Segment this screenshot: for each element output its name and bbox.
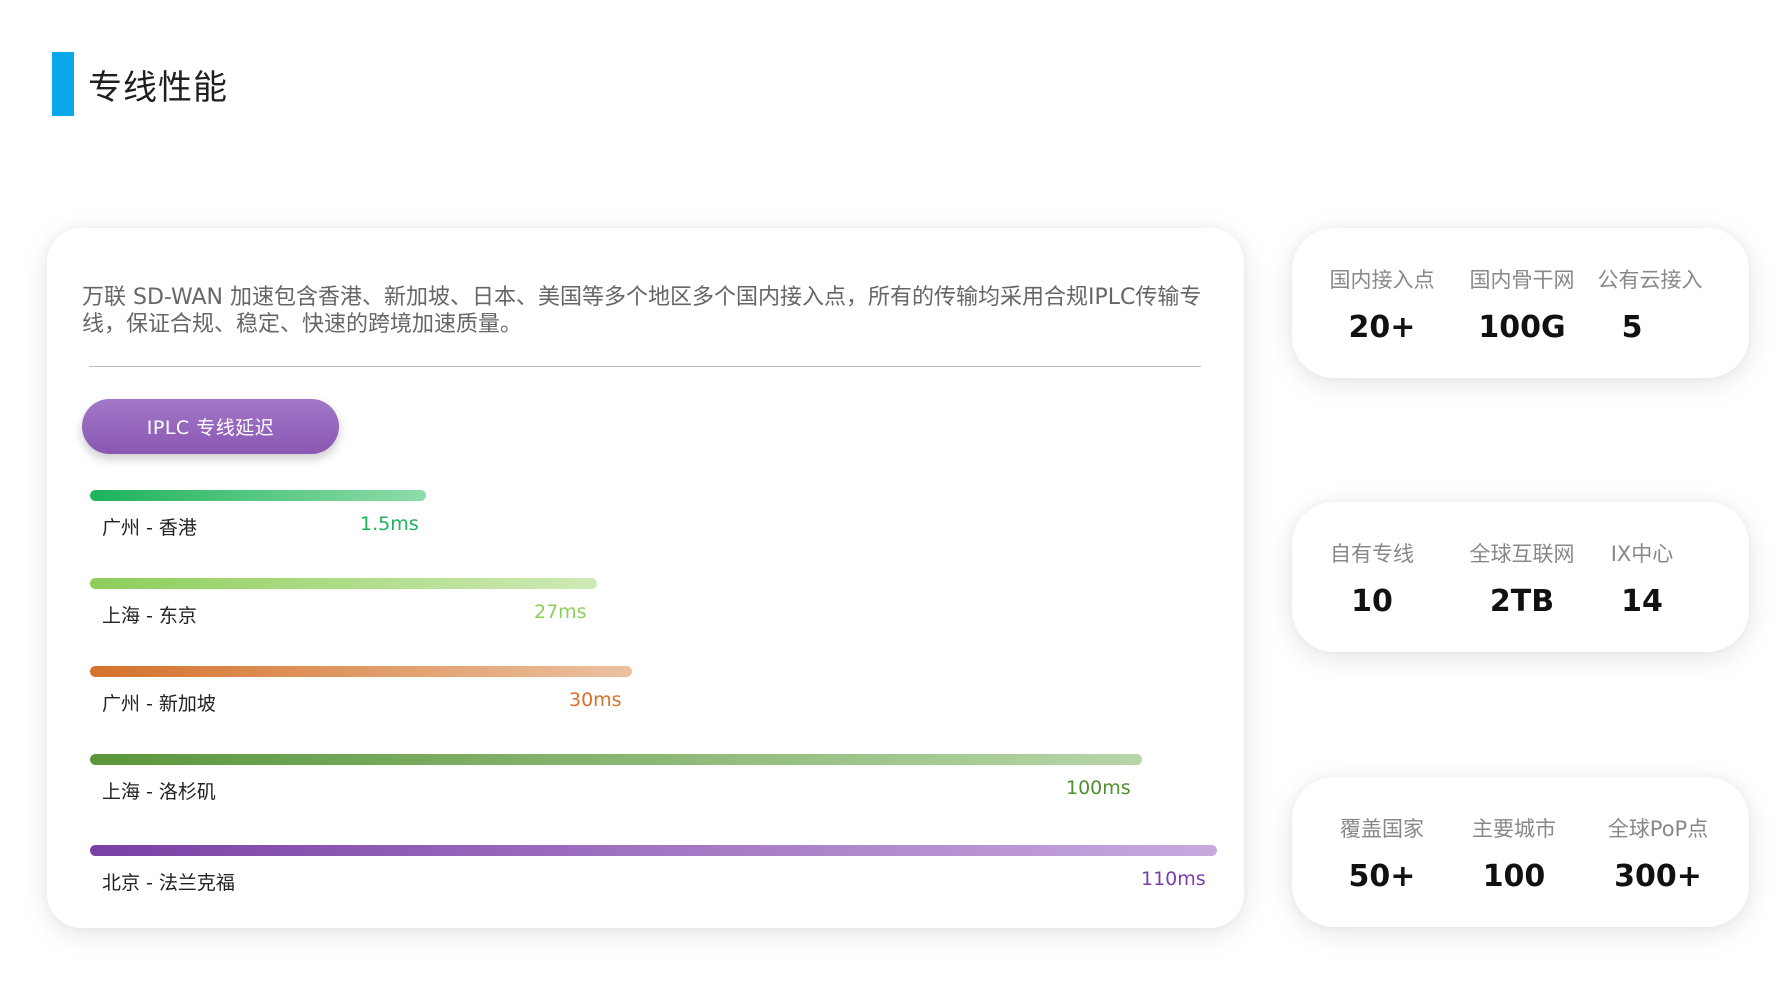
route-row: 上海 - 洛杉矶 100ms (90, 754, 1142, 803)
route-row: 上海 - 东京 27ms (90, 578, 597, 627)
stat-item: 全球互联网 2TB (1468, 538, 1576, 619)
card-description: 万联 SD-WAN 加速包含香港、新加坡、日本、美国等多个地区多个国内接入点，所… (82, 285, 1202, 337)
stat-card-3: 覆盖国家 50+ 主要城市 100 全球PoP点 300+ (1292, 777, 1749, 927)
stat-item: 自有专线 10 (1328, 538, 1416, 619)
route-label: 北京 - 法兰克福 (102, 872, 235, 894)
stat-item: 公有云接入 5 (1596, 264, 1704, 345)
stat-label: 自有专线 (1330, 542, 1414, 566)
stat-label: 公有云接入 (1597, 268, 1703, 292)
latency-bar (90, 490, 426, 501)
route-latency: 27ms (534, 601, 587, 623)
stat-item: 国内接入点 20+ (1328, 264, 1436, 345)
iplc-latency-badge[interactable]: IPLC 专线延迟 (82, 399, 339, 454)
stat-value: 2TB (1489, 584, 1555, 619)
latency-bar (90, 578, 597, 589)
route-latency: 1.5ms (360, 513, 419, 535)
stat-label: IX中心 (1610, 542, 1674, 566)
route-latency: 30ms (569, 689, 622, 711)
route-latency: 110ms (1141, 868, 1206, 890)
stat-value: 10 (1351, 584, 1393, 619)
route-latency: 100ms (1066, 777, 1131, 799)
route-label: 上海 - 东京 (102, 605, 197, 627)
page-header: 专线性能 (52, 52, 228, 116)
stat-label: 国内骨干网 (1469, 268, 1575, 292)
stat-item: 全球PoP点 300+ (1598, 813, 1718, 894)
route-label: 广州 - 香港 (102, 517, 197, 539)
stat-value: 300+ (1614, 859, 1702, 894)
stat-item: 主要城市 100 (1460, 813, 1568, 894)
latency-card: 万联 SD-WAN 加速包含香港、新加坡、日本、美国等多个地区多个国内接入点，所… (47, 228, 1244, 928)
stat-label: 覆盖国家 (1340, 817, 1424, 841)
route-row: 广州 - 新加坡 30ms (90, 666, 632, 715)
stat-value: 5 (1621, 310, 1643, 345)
title-accent-bar (52, 52, 74, 116)
stat-value: 14 (1621, 584, 1663, 619)
latency-bar (90, 754, 1142, 765)
stat-card-1: 国内接入点 20+ 国内骨干网 100G 公有云接入 5 (1292, 228, 1749, 378)
latency-bar (90, 666, 632, 677)
route-label: 广州 - 新加坡 (102, 693, 216, 715)
stat-value: 20+ (1348, 310, 1416, 345)
latency-bar (90, 845, 1217, 856)
route-label: 上海 - 洛杉矶 (102, 781, 216, 803)
stat-value: 100 (1482, 859, 1546, 894)
route-row: 北京 - 法兰克福 110ms (90, 845, 1217, 894)
divider (89, 366, 1201, 367)
stat-item: 覆盖国家 50+ (1328, 813, 1436, 894)
stat-label: 国内接入点 (1329, 268, 1435, 292)
stat-card-2: 自有专线 10 全球互联网 2TB IX中心 14 (1292, 502, 1749, 652)
stat-value: 50+ (1348, 859, 1416, 894)
route-row: 广州 - 香港 1.5ms (90, 490, 426, 539)
page-title: 专线性能 (88, 67, 228, 108)
stat-item: IX中心 14 (1606, 538, 1678, 619)
stat-label: 主要城市 (1472, 817, 1556, 841)
stat-label: 全球互联网 (1469, 542, 1575, 566)
stat-label: 全球PoP点 (1607, 817, 1709, 841)
